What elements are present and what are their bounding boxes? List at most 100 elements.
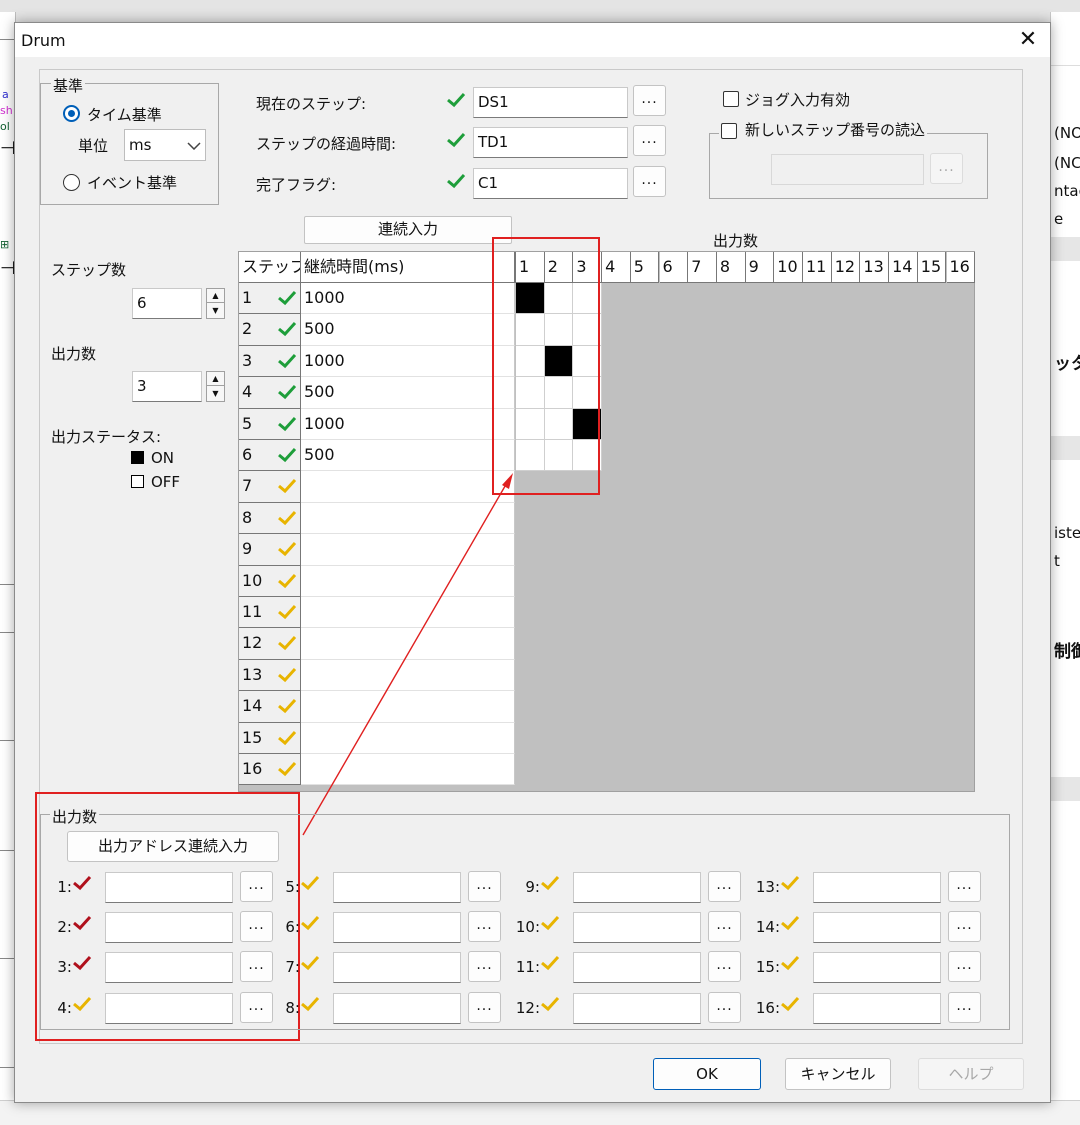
output-address-input[interactable]: [573, 912, 701, 943]
output-address-input[interactable]: [105, 952, 233, 983]
output-address-browse-button[interactable]: ...: [468, 992, 501, 1023]
new-step-label: 新しいステップ番号の読込: [745, 121, 926, 139]
output-address-input[interactable]: [105, 912, 233, 943]
step-number: 12: [242, 633, 263, 653]
output-address-label: 3:: [57, 958, 72, 976]
output-address-input[interactable]: [105, 993, 233, 1024]
duration-cell[interactable]: 500: [301, 314, 515, 346]
stepper-up-icon[interactable]: ▲: [207, 289, 224, 303]
ok-button[interactable]: OK: [653, 1058, 761, 1090]
step-number-cell[interactable]: 12: [239, 628, 301, 660]
steps-stepper[interactable]: ▲ ▼: [206, 288, 225, 319]
help-button[interactable]: ヘルプ: [918, 1058, 1024, 1090]
done-flag-input[interactable]: C1: [473, 168, 628, 199]
new-step-browse-button[interactable]: ...: [930, 153, 963, 184]
output-address-input[interactable]: [333, 912, 461, 943]
new-step-input[interactable]: [771, 154, 924, 185]
outputs-stepper[interactable]: ▲ ▼: [206, 371, 225, 402]
output-address-label: 9:: [525, 878, 540, 896]
output-address-browse-button[interactable]: ...: [468, 871, 501, 902]
step-number-cell[interactable]: 16: [239, 754, 301, 786]
unit-select[interactable]: ms: [124, 129, 206, 161]
output-address-browse-button[interactable]: ...: [948, 992, 981, 1023]
output-address-browse-button[interactable]: ...: [708, 911, 741, 942]
continuous-input-button[interactable]: 連続入力: [304, 216, 512, 244]
check-icon: [301, 996, 320, 1012]
step-number-cell[interactable]: 13: [239, 659, 301, 692]
current-step-browse-button[interactable]: ...: [633, 85, 666, 116]
output-address-label: 16:: [755, 999, 780, 1017]
output-address-input[interactable]: [105, 872, 233, 903]
duration-cell[interactable]: 1000: [301, 283, 515, 315]
output-address-browse-button[interactable]: ...: [708, 992, 741, 1023]
output-address-browse-button[interactable]: ...: [948, 911, 981, 942]
step-number-cell[interactable]: 9: [239, 534, 301, 566]
step-number-cell[interactable]: 3: [239, 345, 301, 378]
output-address-browse-button[interactable]: ...: [468, 951, 501, 982]
output-address-input[interactable]: [573, 872, 701, 903]
output-address-browse-button[interactable]: ...: [708, 871, 741, 902]
output-address-browse-button[interactable]: ...: [948, 871, 981, 902]
steps-input[interactable]: 6: [132, 288, 202, 319]
output-address-input[interactable]: [813, 872, 941, 903]
output-address-continuous-button[interactable]: 出力アドレス連続入力: [67, 831, 279, 862]
step-number-cell[interactable]: 1: [239, 283, 301, 315]
check-icon: [278, 385, 297, 400]
check-icon: [541, 915, 560, 931]
output-address-browse-button[interactable]: ...: [468, 911, 501, 942]
step-number-cell[interactable]: 11: [239, 597, 301, 629]
background-app-right: (NO (NC) ntac e ッタ iste t 制御: [1050, 12, 1080, 1125]
event-base-radio[interactable]: [63, 174, 80, 191]
output-column-header: 16: [946, 252, 976, 283]
current-step-input[interactable]: DS1: [473, 87, 628, 118]
check-icon: [541, 875, 560, 891]
stepper-down-icon[interactable]: ▼: [207, 386, 224, 401]
output-column-header: 6: [659, 252, 689, 283]
output-address-browse-button[interactable]: ...: [708, 951, 741, 982]
elapsed-time-input[interactable]: TD1: [473, 127, 628, 158]
jog-enable-checkbox[interactable]: [723, 91, 739, 107]
output-address-input[interactable]: [573, 993, 701, 1024]
output-address-input[interactable]: [573, 952, 701, 983]
step-number: 15: [242, 727, 263, 747]
output-address-input[interactable]: [813, 952, 941, 983]
output-address-input[interactable]: [813, 993, 941, 1024]
duration-cell[interactable]: 500: [301, 377, 515, 409]
output-address-input[interactable]: [333, 872, 461, 903]
outputs-header-label: 出力数: [713, 232, 759, 250]
step-number-cell[interactable]: 4: [239, 377, 301, 409]
done-flag-browse-button[interactable]: ...: [633, 166, 666, 197]
output-address-input[interactable]: [333, 993, 461, 1024]
stepper-up-icon[interactable]: ▲: [207, 372, 224, 386]
jog-enable-label: ジョグ入力有効: [745, 91, 851, 109]
unit-value: ms: [129, 136, 152, 154]
check-icon: [301, 875, 320, 891]
check-icon: [73, 955, 92, 971]
step-number-cell[interactable]: 10: [239, 565, 301, 597]
cancel-button[interactable]: キャンセル: [785, 1058, 891, 1090]
check-icon: [278, 416, 297, 431]
close-button[interactable]: ✕: [1013, 25, 1043, 55]
step-number-cell[interactable]: 2: [239, 314, 301, 346]
output-address-label: 13:: [755, 878, 780, 896]
current-step-label: 現在のステップ:: [256, 95, 367, 113]
check-icon: [278, 761, 297, 777]
step-number-cell[interactable]: 6: [239, 440, 301, 472]
time-base-radio[interactable]: [63, 105, 80, 122]
step-number-cell[interactable]: 15: [239, 722, 301, 754]
output-address-browse-button[interactable]: ...: [948, 951, 981, 982]
outputs-input[interactable]: 3: [132, 371, 202, 402]
step-number-cell[interactable]: 5: [239, 408, 301, 440]
output-address-input[interactable]: [813, 912, 941, 943]
step-number-cell[interactable]: 14: [239, 691, 301, 723]
stepper-down-icon[interactable]: ▼: [207, 303, 224, 318]
duration-cell[interactable]: 1000: [301, 345, 515, 378]
duration-cell[interactable]: 1000: [301, 408, 515, 440]
annotation-highlight-grid: [492, 237, 600, 495]
new-step-checkbox[interactable]: [721, 123, 737, 139]
step-number-cell[interactable]: 7: [239, 471, 301, 503]
elapsed-time-browse-button[interactable]: ...: [633, 125, 666, 156]
step-number-cell[interactable]: 8: [239, 502, 301, 535]
output-address-label: 11:: [515, 958, 540, 976]
output-address-input[interactable]: [333, 952, 461, 983]
